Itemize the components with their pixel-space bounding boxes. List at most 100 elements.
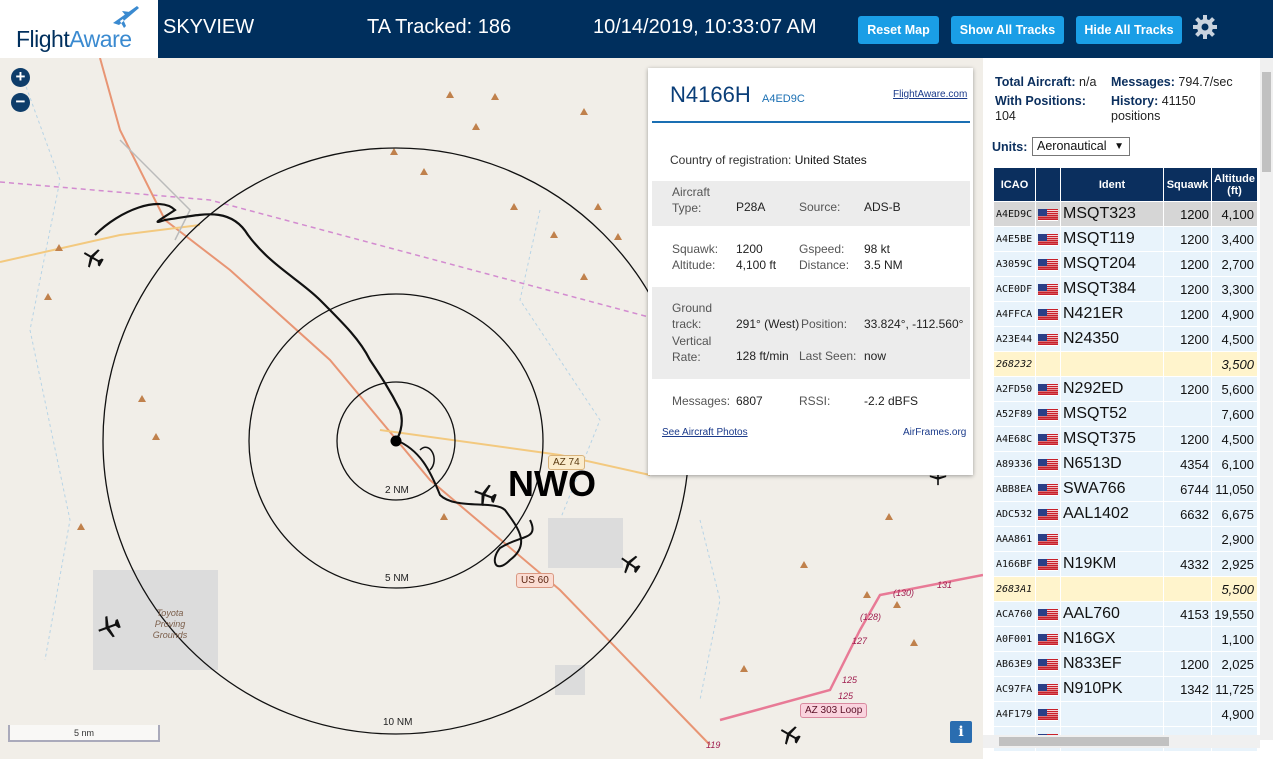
- table-row[interactable]: 2683A1 5,500: [993, 576, 1258, 602]
- squawk-cell: 4332: [1163, 551, 1212, 577]
- table-row[interactable]: A4FFCA N421ER 1200 4,900: [993, 301, 1258, 327]
- messages-row: Messages: 6807 RSSI: -2.2 dBFS: [652, 388, 970, 414]
- flag-cell: [1035, 501, 1061, 527]
- table-row[interactable]: A4F179 4,900: [993, 701, 1258, 727]
- ident-cell: N6513D: [1060, 451, 1164, 477]
- country-label: Country of registration:: [670, 153, 792, 167]
- aircraft-icon[interactable]: [779, 724, 801, 746]
- route-number: (130): [893, 588, 915, 598]
- squawk-cell: 1200: [1163, 376, 1212, 402]
- reset-map-button[interactable]: Reset Map: [858, 16, 939, 44]
- sidebar-vertical-scrollbar[interactable]: [1260, 58, 1273, 740]
- show-all-tracks-button[interactable]: Show All Tracks: [951, 16, 1064, 44]
- positions-stat: With Positions: 104: [995, 94, 1105, 124]
- ident-cell: N910PK: [1060, 676, 1164, 702]
- table-row[interactable]: ACA760 AAL760 4153 19,550: [993, 601, 1258, 627]
- icao-cell: A23E44: [993, 326, 1036, 352]
- squawk-value: 1200: [736, 242, 763, 256]
- altitude-cell: 3,300: [1211, 276, 1258, 302]
- table-row[interactable]: 268232 3,500: [993, 351, 1258, 377]
- altitude-cell: 4,500: [1211, 426, 1258, 452]
- col-icao[interactable]: ICAO: [993, 167, 1036, 202]
- col-altitude[interactable]: Altitude (ft): [1211, 167, 1258, 202]
- altitude-cell: 5,600: [1211, 376, 1258, 402]
- source-value: ADS-B: [864, 200, 901, 214]
- aircraft-icon[interactable]: [82, 247, 104, 269]
- table-row[interactable]: A166BF N19KM 4332 2,925: [993, 551, 1258, 577]
- squawk-cell: 1342: [1163, 676, 1212, 702]
- messages-stat: Messages: 794.7/sec: [1111, 75, 1233, 90]
- icao-cell: ADC532: [993, 501, 1036, 527]
- squawk-cell: 1200: [1163, 251, 1212, 277]
- aircraft-icon[interactable]: [97, 615, 121, 639]
- table-row[interactable]: A3059C MSQT204 1200 2,700: [993, 251, 1258, 277]
- zoom-in-button[interactable]: +: [11, 68, 30, 87]
- altitude-cell: 5,500: [1211, 576, 1258, 602]
- col-squawk[interactable]: Squawk: [1163, 167, 1212, 202]
- hide-all-tracks-button[interactable]: Hide All Tracks: [1076, 16, 1182, 44]
- popup-header: N4166H A4ED9C FlightAware.com: [652, 68, 970, 123]
- scrollbar-thumb[interactable]: [999, 737, 1169, 746]
- current-datetime: 10/14/2019, 10:33:07 AM: [593, 16, 817, 38]
- units-select[interactable]: Aeronautical ▼: [1032, 137, 1130, 156]
- us-flag-icon: [1038, 257, 1058, 272]
- last-seen-label: Last Seen:: [799, 349, 857, 363]
- zoom-out-button[interactable]: −: [11, 93, 30, 112]
- az303-shield: AZ 303 Loop: [800, 703, 868, 718]
- icao-cell: 268232: [993, 351, 1036, 377]
- altitude-cell: 19,550: [1211, 601, 1258, 627]
- table-row[interactable]: A89336 N6513D 4354 6,100: [993, 451, 1258, 477]
- table-row[interactable]: ADC532 AAL1402 6632 6,675: [993, 501, 1258, 527]
- rssi-label: RSSI:: [799, 394, 831, 408]
- table-row[interactable]: AAA861 2,900: [993, 526, 1258, 552]
- ident-cell: AAL760: [1060, 601, 1164, 627]
- icao-cell: A4FFCA: [993, 301, 1036, 327]
- see-aircraft-photos-link[interactable]: See Aircraft Photos: [662, 427, 748, 438]
- table-row[interactable]: A4E5BE MSQT119 1200 3,400: [993, 226, 1258, 252]
- last-seen-value: now: [864, 349, 887, 363]
- flightaware-logo[interactable]: FlightAware: [0, 0, 158, 58]
- total-aircraft-stat: Total Aircraft: n/a: [995, 75, 1096, 90]
- squawk-cell: 1200: [1163, 226, 1212, 252]
- table-row[interactable]: A2FD50 N292ED 1200 5,600: [993, 376, 1258, 402]
- ident-cell: SWA766: [1060, 476, 1164, 502]
- col-ident[interactable]: Ident: [1060, 167, 1164, 202]
- top-bar: FlightAware SKYVIEW TA Tracked: 186 10/1…: [0, 0, 1273, 58]
- altitude-cell: 1,100: [1211, 626, 1258, 652]
- scrollbar-thumb[interactable]: [1262, 72, 1271, 172]
- altitude-cell: 4,100: [1211, 201, 1258, 227]
- table-row[interactable]: A23E44 N24350 1200 4,500: [993, 326, 1258, 352]
- table-row[interactable]: A0F001 N16GX 1,100: [993, 626, 1258, 652]
- airframes-link[interactable]: AirFrames.org: [903, 427, 966, 438]
- ring-label-10nm: 10 NM: [383, 717, 413, 728]
- icao-cell: AC97FA: [993, 676, 1036, 702]
- table-row[interactable]: A4E68C MSQT375 1200 4,500: [993, 426, 1258, 452]
- table-row[interactable]: A52F89 MSQT52 7,600: [993, 401, 1258, 427]
- aircraft-icon[interactable]: [619, 553, 641, 575]
- table-row[interactable]: ACE0DF MSQT384 1200 3,300: [993, 276, 1258, 302]
- us-flag-icon: [1038, 482, 1058, 497]
- messages-rate-label: Messages:: [1111, 75, 1175, 89]
- gspeed-value: 98 kt: [864, 242, 891, 256]
- altitude-cell: 3,500: [1211, 351, 1258, 377]
- table-row[interactable]: A4ED9C MSQT323 1200 4,100: [993, 201, 1258, 227]
- altitude-cell: 3,400: [1211, 226, 1258, 252]
- map-info-button[interactable]: i: [950, 721, 972, 743]
- ident-cell: N833EF: [1060, 651, 1164, 677]
- selected-aircraft-icon[interactable]: [473, 483, 497, 507]
- sidebar-horizontal-scrollbar[interactable]: [983, 735, 1260, 748]
- vertical-rate-value: 128 ft/min: [736, 349, 789, 363]
- units-label: Units:: [992, 140, 1028, 154]
- table-row[interactable]: ABB8EA SWA766 6744 11,050: [993, 476, 1258, 502]
- squawk-row: Squawk: 1200 Gspeed: 98 kt Altitude: 4,1…: [652, 234, 970, 274]
- table-row[interactable]: AC97FA N910PK 1342 11,725: [993, 676, 1258, 702]
- gear-icon[interactable]: [1192, 14, 1218, 40]
- ground-track-label: Ground track:: [672, 301, 713, 331]
- history-stat: History: 41150 positions: [1111, 94, 1221, 124]
- route-number: 131: [937, 580, 953, 590]
- table-row[interactable]: AB63E9 N833EF 1200 2,025: [993, 651, 1258, 677]
- squawk-cell: [1163, 526, 1212, 552]
- with-positions-label: With Positions:: [995, 94, 1086, 108]
- us60-shield: US 60: [516, 573, 554, 588]
- flightaware-link[interactable]: FlightAware.com: [893, 89, 967, 100]
